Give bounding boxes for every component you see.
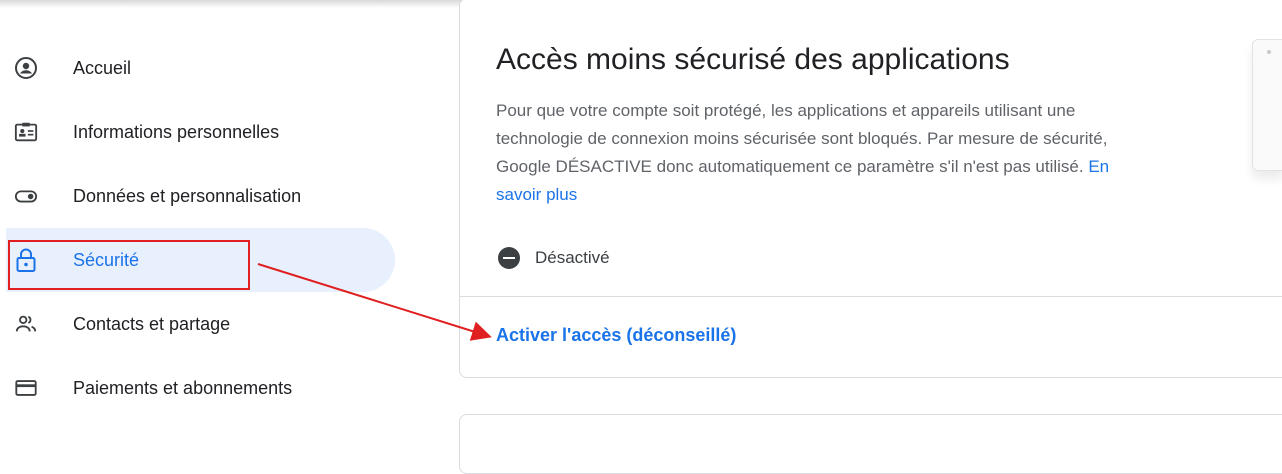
sidebar-item-contacts-et-partage[interactable]: Contacts et partage <box>0 292 395 356</box>
card-title: Accès moins sécurisé des applications <box>496 43 1010 76</box>
status-row: Désactivé <box>498 247 610 269</box>
lock-icon <box>14 248 38 272</box>
sidebar-nav: Accueil Informations personnelles Donnée… <box>0 36 395 420</box>
next-card <box>459 414 1282 474</box>
toggle-icon <box>14 184 38 208</box>
less-secure-apps-card: Accès moins sécurisé des applications Po… <box>459 0 1282 378</box>
sidebar-item-label: Sécurité <box>73 249 140 270</box>
sidebar-item-label: Données et personnalisation <box>73 185 302 206</box>
sidebar-item-label: Paiements et abonnements <box>73 377 293 398</box>
sidebar-item-paiements-et-abonnements[interactable]: Paiements et abonnements <box>0 356 395 420</box>
card-description: Pour que votre compte soit protégé, les … <box>496 97 1156 209</box>
sidebar-item-securite[interactable]: Sécurité <box>6 228 395 292</box>
account-circle-icon <box>14 56 38 80</box>
status-text: Désactivé <box>535 248 610 267</box>
sidebar-item-accueil[interactable]: Accueil <box>0 36 395 100</box>
divider <box>460 296 1282 297</box>
sidebar-item-label: Contacts et partage <box>73 313 231 334</box>
people-icon <box>14 312 38 336</box>
credit-card-icon <box>14 376 38 400</box>
sidebar-item-informations-personnelles[interactable]: Informations personnelles <box>0 100 395 164</box>
description-text: Pour que votre compte soit protégé, les … <box>496 101 1108 176</box>
id-card-icon <box>14 120 38 144</box>
sidebar-item-label: Accueil <box>73 57 132 78</box>
minus-circle-icon <box>498 247 520 269</box>
sidebar-item-label: Informations personnelles <box>73 121 280 142</box>
illustration-image <box>1252 39 1282 171</box>
enable-access-link[interactable]: Activer l'accès (déconseillé) <box>496 325 736 346</box>
sidebar-item-donnees-et-personnalisation[interactable]: Données et personnalisation <box>0 164 395 228</box>
